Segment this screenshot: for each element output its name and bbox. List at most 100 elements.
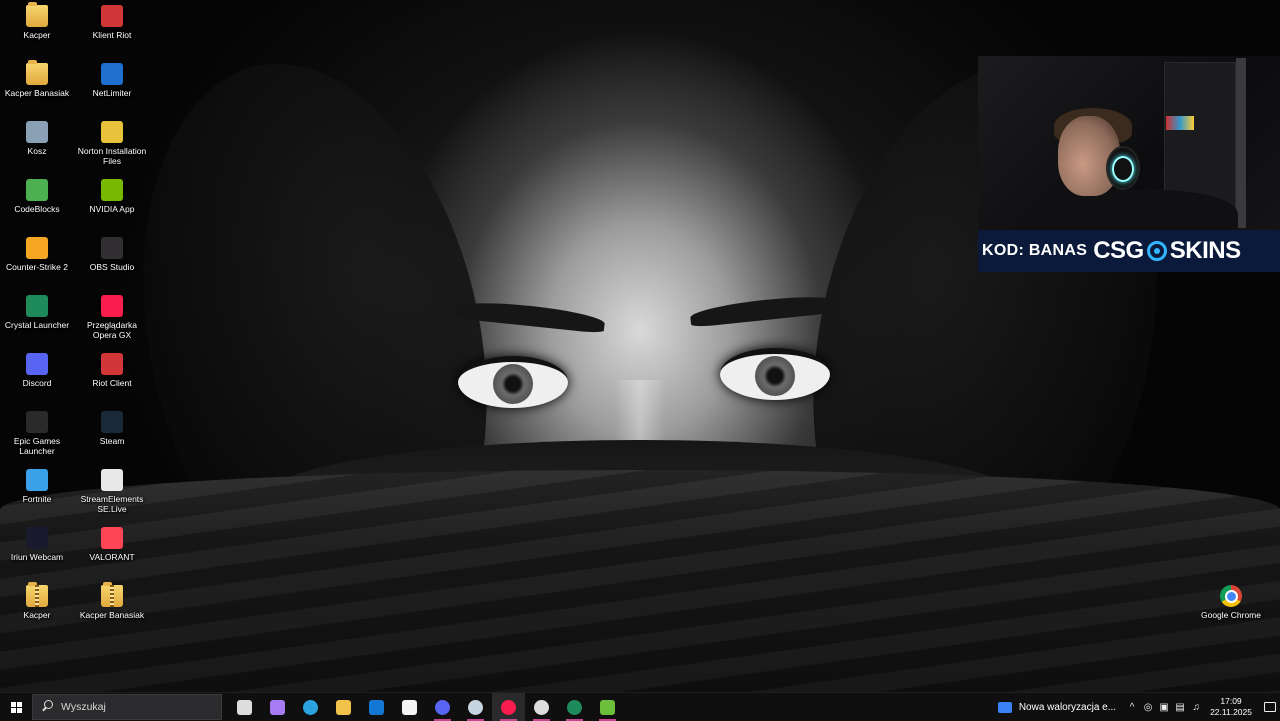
- desktop-icon-nvidia-app[interactable]: NVIDIA App: [75, 179, 149, 214]
- epic-games-icon: [26, 411, 48, 433]
- news-icon: [997, 701, 1012, 713]
- desktop-icon-klient-riot[interactable]: Klient Riot: [75, 5, 149, 40]
- desktop-icon-label: Kacper: [23, 610, 51, 620]
- desktop-icon-label: Crystal Launcher: [4, 320, 70, 330]
- desktop-icon-przegl-darka-opera-gx[interactable]: Przeglądarka Opera GX: [75, 295, 149, 340]
- taskbar-button-copilot[interactable]: [261, 693, 294, 721]
- clock-date: 22.11.2025: [1210, 707, 1252, 717]
- sponsor-code: KOD: BANAS: [982, 242, 1088, 259]
- news-widget[interactable]: Nowa waloryzacja e...: [997, 701, 1117, 713]
- desktop-icon-streamelements-se-live[interactable]: StreamElements SE.Live: [75, 469, 149, 514]
- wallpaper-veil: [0, 470, 1280, 692]
- desktop-icon-google-chrome[interactable]: Google Chrome: [1194, 585, 1268, 620]
- wallpaper-eye-right: [720, 348, 830, 400]
- desktop-icon-label: Kosz: [27, 146, 47, 156]
- desktop-icon-codeblocks[interactable]: CodeBlocks: [0, 179, 74, 214]
- desktop-icon-obs-studio[interactable]: OBS Studio: [75, 237, 149, 272]
- copilot-icon: [270, 699, 285, 715]
- desktop-icon-iriun-webcam[interactable]: Iriun Webcam: [0, 527, 74, 562]
- desktop-icon-label: NVIDIA App: [89, 204, 135, 214]
- system-tray: Nowa waloryzacja e... ^ ◎ ▣ ▤ ♫ 17:09 22…: [997, 693, 1280, 721]
- taskbar-button-crystal-launcher[interactable]: [558, 693, 591, 721]
- taskbar-button-notepad[interactable]: [393, 693, 426, 721]
- webcam-overlay: [978, 56, 1280, 230]
- zip-folder-icon: [26, 582, 48, 607]
- nvidia-icon: [101, 179, 123, 201]
- taskbar-search-box[interactable]: Wyszukaj: [32, 694, 222, 720]
- taskbar-button-minecraft[interactable]: [591, 693, 624, 721]
- desktop-icon-label: Kacper: [23, 30, 51, 40]
- search-placeholder: Wyszukaj: [61, 701, 106, 713]
- desktop-icon-valorant[interactable]: VALORANT: [75, 527, 149, 562]
- desktop-icon-kosz[interactable]: Kosz: [0, 121, 74, 156]
- crystal-launcher-icon: [567, 699, 582, 715]
- fortnite-icon: [26, 469, 48, 491]
- desktop-icon-label: Epic Games Launcher: [13, 436, 61, 456]
- riot-icon: [101, 5, 123, 27]
- taskbar-button-edge[interactable]: [294, 693, 327, 721]
- folder-icon: [26, 2, 48, 27]
- desktop-icon-norton-installation-files[interactable]: Norton Installation Files: [75, 121, 149, 166]
- taskbar-button-obs[interactable]: [525, 693, 558, 721]
- desktop-icon-riot-client[interactable]: Riot Client: [75, 353, 149, 388]
- taskbar-button-file-explorer[interactable]: [327, 693, 360, 721]
- sponsor-logo-left: CSG: [1093, 237, 1144, 264]
- desktop-icon-label: Norton Installation Files: [77, 146, 147, 166]
- steam-icon: [468, 699, 483, 715]
- desktop-icon-kacper[interactable]: Kacper: [0, 2, 74, 40]
- desktop-icon-crystal-launcher[interactable]: Crystal Launcher: [0, 295, 74, 330]
- desktop-icon-fortnite[interactable]: Fortnite: [0, 469, 74, 504]
- desktop-icon-label: Przeglądarka Opera GX: [86, 320, 138, 340]
- windows-icon: [10, 701, 22, 713]
- notification-center-button[interactable]: [1260, 693, 1280, 721]
- desktop-icon-label: CodeBlocks: [14, 204, 60, 214]
- start-button[interactable]: [0, 693, 32, 721]
- desktop-icon-steam[interactable]: Steam: [75, 411, 149, 446]
- sponsor-logo-right: SKINS: [1169, 237, 1241, 264]
- desktop-icon-kacper[interactable]: Kacper: [0, 582, 74, 620]
- taskbar: Wyszukaj Nowa waloryzacja e... ^ ◎ ▣ ▤ ♫…: [0, 692, 1280, 721]
- network-icon[interactable]: ▤: [1172, 702, 1188, 713]
- desktop-icon-label: Iriun Webcam: [10, 552, 64, 562]
- discord-icon: [26, 353, 48, 375]
- file-explorer-icon: [336, 699, 351, 715]
- crystal-launcher-icon: [26, 295, 48, 317]
- microphone-icon[interactable]: ◎: [1140, 702, 1156, 713]
- desktop-icon-label: Discord: [22, 378, 52, 388]
- desktop-icon-discord[interactable]: Discord: [0, 353, 74, 388]
- target-icon: [1146, 241, 1167, 261]
- desktop-icon-kacper-banasiak[interactable]: Kacper Banasiak: [0, 60, 74, 98]
- obs-icon: [101, 237, 123, 259]
- desktop-icon-label: Kacper Banasiak: [79, 610, 145, 620]
- minecraft-icon: [600, 699, 615, 715]
- task-view-icon: [237, 699, 252, 715]
- opera-gx-icon: [101, 295, 123, 317]
- news-text: Nowa waloryzacja e...: [1018, 701, 1117, 713]
- taskbar-button-opera-gx[interactable]: [492, 693, 525, 721]
- volume-icon[interactable]: ♫: [1188, 702, 1204, 713]
- steam-icon: [101, 411, 123, 433]
- chrome-icon: [1220, 585, 1242, 607]
- discord-icon: [435, 699, 450, 715]
- desktop-icon-label: Riot Client: [92, 378, 132, 388]
- taskbar-button-discord[interactable]: [426, 693, 459, 721]
- zip-folder-icon: [101, 582, 123, 607]
- wallpaper-eye-left: [458, 356, 568, 408]
- sponsor-logo: CSG SKINS: [1093, 237, 1241, 265]
- taskbar-button-outlook[interactable]: [360, 693, 393, 721]
- taskbar-clock[interactable]: 17:09 22.11.2025: [1210, 696, 1252, 718]
- desktop-icon-netlimiter[interactable]: NetLimiter: [75, 63, 149, 98]
- recycle-bin-icon: [26, 121, 48, 143]
- taskbar-button-task-view[interactable]: [228, 693, 261, 721]
- opera-gx-icon: [501, 699, 516, 715]
- device-icon[interactable]: ▣: [1156, 702, 1172, 713]
- chevron-up-icon[interactable]: ^: [1124, 702, 1140, 713]
- desktop-icon-epic-games-launcher[interactable]: Epic Games Launcher: [0, 411, 74, 456]
- desktop-icon-label: Fortnite: [22, 494, 52, 504]
- desktop-icon-counter-strike-2[interactable]: Counter-Strike 2: [0, 237, 74, 272]
- riot-icon: [101, 353, 123, 375]
- counter-strike-icon: [26, 237, 48, 259]
- desktop-icon-label: Google Chrome: [1200, 610, 1261, 620]
- taskbar-button-steam[interactable]: [459, 693, 492, 721]
- desktop-icon-kacper-banasiak[interactable]: Kacper Banasiak: [75, 582, 149, 620]
